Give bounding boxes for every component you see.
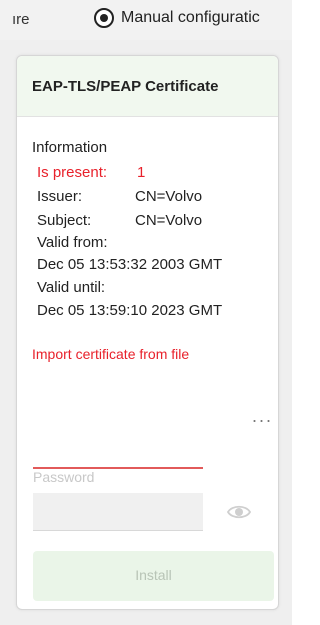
radio-selected-icon bbox=[100, 14, 108, 22]
valid-until-label: Valid until: bbox=[37, 279, 106, 296]
top-bar: ıre Manual configuratic bbox=[0, 0, 292, 40]
subject-label: Subject: bbox=[37, 212, 92, 229]
import-certificate-label: Import certificate from file bbox=[32, 346, 190, 362]
panel-header: EAP-TLS/PEAP Certificate bbox=[17, 56, 278, 117]
install-button[interactable]: Install bbox=[33, 551, 274, 601]
password-field[interactable] bbox=[33, 493, 203, 531]
password-label: Password bbox=[33, 469, 95, 485]
is-present-value: 1 bbox=[137, 164, 146, 181]
is-present-label: Is present: bbox=[37, 164, 108, 181]
issuer-value: CN=Volvo bbox=[135, 188, 203, 205]
install-label: Install bbox=[135, 567, 172, 583]
certificate-file-input[interactable] bbox=[33, 439, 203, 469]
browse-button[interactable]: ... bbox=[252, 406, 273, 427]
valid-from-value: Dec 05 13:53:32 2003 GMT bbox=[37, 256, 223, 273]
certificate-panel: EAP-TLS/PEAP Certificate Information Is … bbox=[16, 55, 279, 610]
subject-value: CN=Volvo bbox=[135, 212, 203, 229]
partial-option-label: ıre bbox=[12, 11, 30, 28]
manual-configuration-radio[interactable] bbox=[94, 8, 114, 28]
issuer-label: Issuer: bbox=[37, 188, 83, 205]
valid-from-label: Valid from: bbox=[37, 234, 108, 251]
eye-icon[interactable] bbox=[227, 502, 251, 522]
manual-configuration-label[interactable]: Manual configuratic bbox=[121, 9, 292, 27]
information-heading: Information bbox=[32, 139, 108, 156]
panel-title: EAP-TLS/PEAP Certificate bbox=[32, 78, 219, 95]
valid-until-value: Dec 05 13:59:10 2023 GMT bbox=[37, 302, 223, 319]
